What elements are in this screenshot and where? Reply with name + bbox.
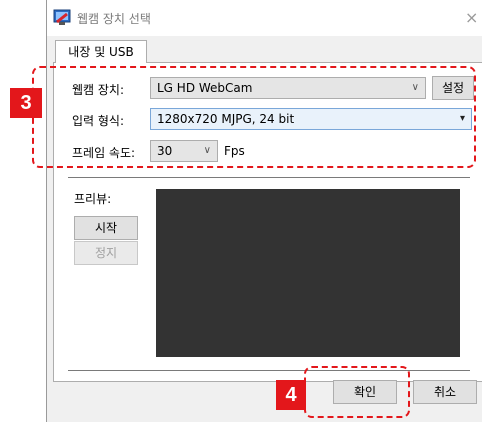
section-divider — [68, 177, 470, 178]
cancel-button[interactable]: 취소 — [413, 380, 477, 404]
callout-frame-3 — [32, 66, 476, 168]
callout-badge-3: 3 — [10, 88, 42, 118]
webcam-app-icon — [53, 9, 71, 25]
title-bar: 웹캠 장치 선택 × — [47, 0, 482, 36]
callout-frame-4 — [304, 366, 410, 418]
window-title: 웹캠 장치 선택 — [77, 12, 151, 26]
start-button[interactable]: 시작 — [74, 216, 138, 240]
preview-label: 프리뷰: — [74, 192, 112, 206]
tab-builtin-usb[interactable]: 내장 및 USB — [55, 40, 147, 63]
stop-button: 정지 — [74, 241, 138, 265]
callout-badge-4: 4 — [276, 380, 306, 410]
preview-area — [156, 189, 460, 357]
webcam-select-dialog: 웹캠 장치 선택 × 내장 및 USB 웹캠 장치: LG HD WebCam … — [46, 0, 482, 422]
close-icon[interactable]: × — [465, 8, 478, 27]
